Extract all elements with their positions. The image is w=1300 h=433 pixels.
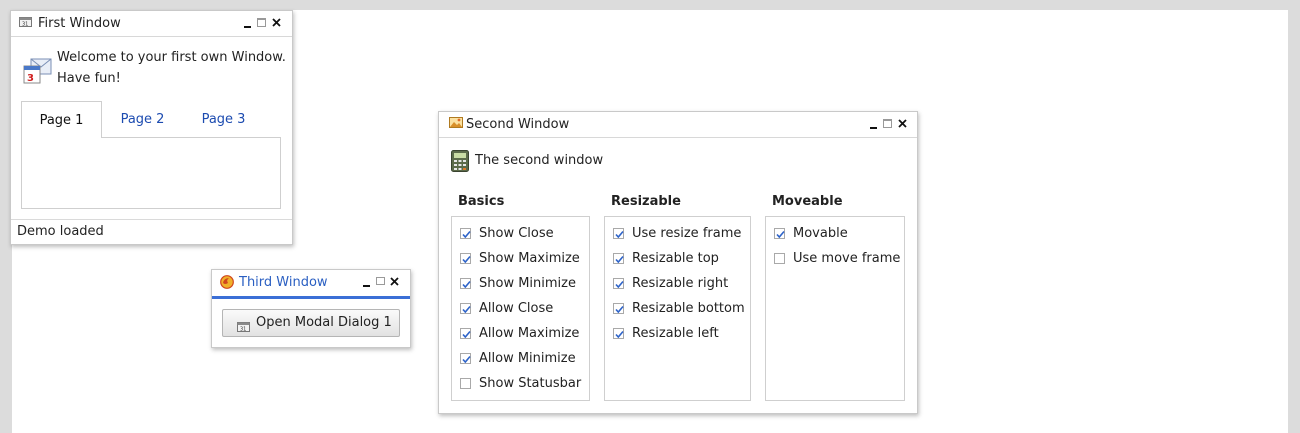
picture-icon [449,117,463,133]
checkbox-label: Resizable top [632,251,719,266]
minimize-icon[interactable] [363,276,371,287]
checkbox-label: Movable [793,226,848,241]
group-basics: Show Close Show Maximize Show Minimize Allo… [451,216,590,401]
tab-page-3[interactable]: Page 3 [183,101,264,138]
svg-text:31: 31 [22,22,28,28]
open-modal-dialog-button[interactable]: 31 Open Modal Dialog 1 [222,309,400,337]
second-window-caption[interactable]: Second Window [439,112,917,138]
checkbox-label: Resizable right [632,276,729,291]
calendar-icon: 31 [237,316,250,342]
third-window-title: Third Window [239,275,328,290]
maximize-icon[interactable] [882,118,893,129]
checkbox-checked-icon[interactable] [613,253,624,264]
checkbox-label: Show Close [479,226,554,241]
checkbox-label: Use resize frame [632,226,742,241]
maximize-icon[interactable] [256,17,267,28]
svg-text:31: 31 [240,327,246,333]
minimize-icon[interactable] [870,118,878,129]
close-icon[interactable] [389,276,400,287]
tab-page-2[interactable]: Page 2 [102,101,183,138]
checkbox-label: Allow Maximize [479,326,580,341]
checkbox-checked-icon[interactable] [460,278,471,289]
checkbox-label: Use move frame [793,251,901,266]
minimize-icon[interactable] [244,17,252,28]
group-moveable: Movable Use move frame [765,216,905,401]
calendar-mail-icon: 3 [23,57,53,89]
checkbox-label: Show Statusbar [479,376,582,391]
status-bar: Demo loaded [11,219,292,245]
checkbox-checked-icon[interactable] [460,353,471,364]
checkbox-label: Show Maximize [479,251,580,266]
checkbox-label: Resizable bottom [632,301,745,316]
first-window[interactable]: 31 First Window 3 Welcome to your first … [10,10,293,245]
calendar-icon: 31 [19,16,32,31]
svg-text:3: 3 [27,73,34,84]
checkbox-checked-icon[interactable] [460,253,471,264]
tab-page-1[interactable]: Page 1 [21,101,102,138]
checkbox-checked-icon[interactable] [460,228,471,239]
third-window-caption[interactable]: Third Window [212,270,410,299]
welcome-line-2: Have fun! [57,71,121,86]
tab-content-pane [21,137,281,209]
first-window-title: First Window [38,16,121,31]
group-title-resizable: Resizable [611,194,681,209]
checkbox-unchecked-icon[interactable] [460,378,471,389]
second-window-lead: The second window [475,153,604,168]
checkbox-checked-icon[interactable] [460,328,471,339]
welcome-text: Welcome to your first own Window. Have f… [57,47,286,89]
calculator-icon [451,150,469,176]
second-window[interactable]: Second Window The second window Basics S… [438,111,918,414]
checkbox-label: Allow Close [479,301,554,316]
checkbox-checked-icon[interactable] [613,278,624,289]
checkbox-unchecked-icon[interactable] [774,253,785,264]
checkbox-label: Resizable left [632,326,719,341]
checkbox-checked-icon[interactable] [460,303,471,314]
open-modal-dialog-label: Open Modal Dialog 1 [256,315,392,330]
third-window[interactable]: Third Window 31 Open Modal Dialog 1 [211,269,411,348]
second-window-title: Second Window [466,117,570,132]
checkbox-checked-icon[interactable] [613,228,624,239]
close-icon[interactable] [897,118,908,129]
checkbox-checked-icon[interactable] [613,303,624,314]
group-title-basics: Basics [458,194,505,209]
checkbox-checked-icon[interactable] [613,328,624,339]
checkbox-label: Allow Minimize [479,351,576,366]
checkbox-checked-icon[interactable] [774,228,785,239]
firefox-icon [220,275,234,293]
group-title-moveable: Moveable [772,194,843,209]
group-resizable: Use resize frame Resizable top Resizable r… [604,216,751,401]
welcome-line-1: Welcome to your first own Window. [57,50,286,65]
close-icon[interactable] [271,17,282,28]
first-window-caption[interactable]: 31 First Window [11,11,292,37]
maximize-icon[interactable] [375,276,386,287]
checkbox-label: Show Minimize [479,276,576,291]
